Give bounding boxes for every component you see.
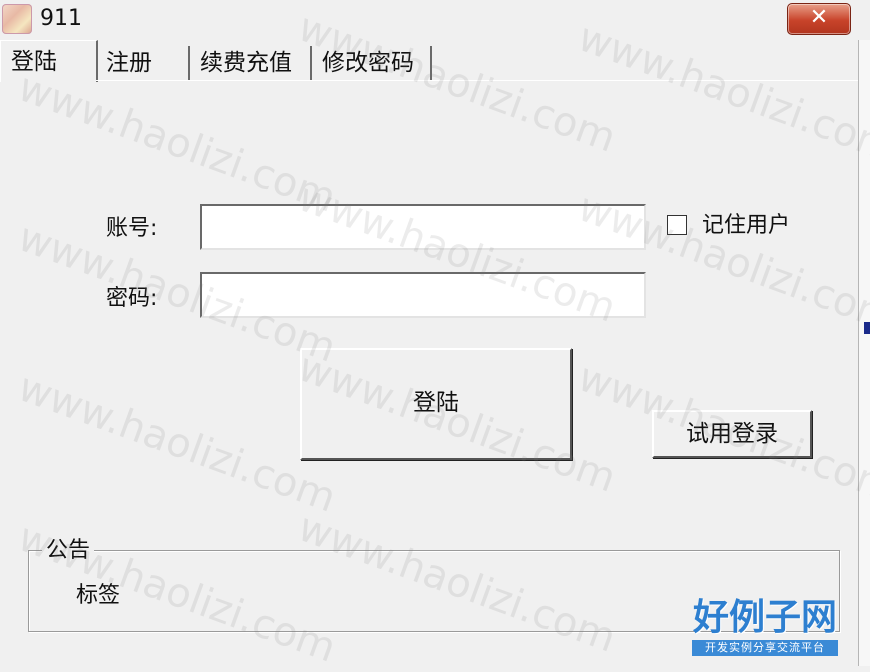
login-button-label: 登陆: [413, 390, 459, 416]
site-logo: 好例子网 开发实例分享交流平台: [692, 598, 838, 660]
app-icon: [2, 4, 32, 34]
window-edge: [858, 40, 870, 666]
tab-label: 续费充值: [200, 50, 292, 76]
watermark: www.haolizi.com: [12, 64, 342, 222]
trial-login-label: 试用登录: [686, 421, 778, 447]
tab-recharge[interactable]: 续费充值: [192, 46, 312, 80]
tab-label: 登陆: [11, 49, 57, 75]
tab-label: 修改密码: [322, 50, 414, 76]
watermark: www.haolizi.com: [12, 364, 342, 522]
notice-text: 标签: [76, 583, 121, 608]
trial-login-button[interactable]: 试用登录: [652, 410, 812, 458]
edge-marker: [864, 322, 870, 334]
logo-main-text: 好例子网: [692, 597, 837, 638]
title-bar: 911 ✕: [0, 0, 870, 40]
remember-user-label[interactable]: 记住用户: [702, 212, 790, 240]
close-icon: ✕: [809, 5, 829, 30]
account-label: 账号:: [106, 216, 158, 241]
account-input[interactable]: [200, 204, 646, 250]
window-title: 911: [40, 6, 82, 31]
tab-divider: [96, 80, 858, 81]
tab-strip: 登陆 注册 续费充值 修改密码: [0, 40, 858, 82]
password-input[interactable]: [200, 272, 646, 318]
tab-change-password[interactable]: 修改密码: [314, 46, 432, 80]
notice-title: 公告: [42, 537, 95, 565]
tab-label: 注册: [106, 50, 152, 76]
password-label: 密码:: [106, 286, 158, 311]
tab-register[interactable]: 注册: [98, 46, 190, 80]
remember-user-checkbox[interactable]: [667, 215, 687, 235]
logo-subtitle: 开发实例分享交流平台: [692, 640, 838, 656]
close-button[interactable]: ✕: [787, 3, 851, 35]
login-button[interactable]: 登陆: [300, 348, 572, 460]
tab-login[interactable]: 登陆: [0, 40, 98, 82]
